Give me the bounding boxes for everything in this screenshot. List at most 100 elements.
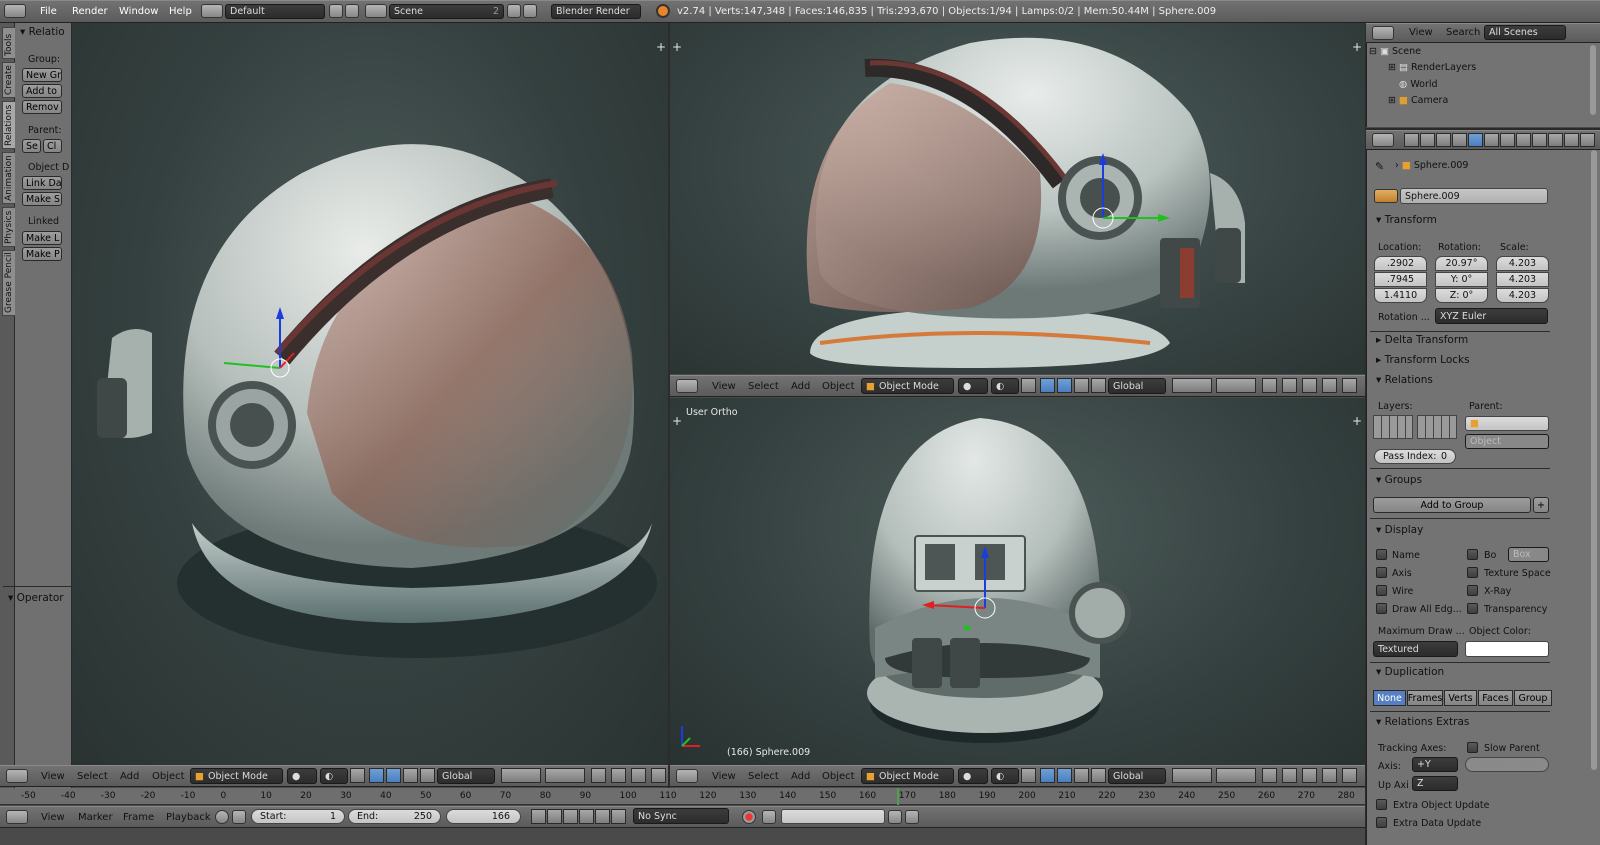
clear-parent-button[interactable]: Cl: [43, 139, 62, 153]
lock-range-icon[interactable]: [232, 810, 246, 824]
vp-top-snap-element-icon[interactable]: [1302, 378, 1317, 393]
tab-world-icon[interactable]: [1452, 133, 1467, 147]
extra-object-update-checkbox[interactable]: [1376, 799, 1387, 810]
record-icon[interactable]: [742, 810, 756, 824]
viewport-bottom-right[interactable]: User Ortho (166) Sphere.009: [670, 398, 1365, 765]
rotation-field-2[interactable]: Z: 0°: [1435, 288, 1488, 303]
tab-render-layers-icon[interactable]: [1420, 133, 1435, 147]
location-field-0[interactable]: .2902: [1374, 256, 1427, 271]
vp-left-scale-icon[interactable]: [403, 768, 418, 783]
vp-bot-menu-view[interactable]: View: [712, 771, 736, 782]
extra-data-update-checkbox[interactable]: [1376, 817, 1387, 828]
render-engine-dropdown[interactable]: Blender Render: [551, 4, 641, 19]
vp-left-shading-dropdown[interactable]: ●: [287, 768, 317, 784]
display-left-checkbox-0[interactable]: [1376, 549, 1387, 560]
new-group-button[interactable]: New Gr: [22, 68, 62, 82]
keying-set-icon[interactable]: [762, 810, 776, 824]
add-group-plus-button[interactable]: +: [1533, 497, 1549, 513]
vp-top-menu-add[interactable]: Add: [791, 381, 810, 392]
properties-scrollbar[interactable]: [1591, 150, 1597, 770]
keying-set-field[interactable]: [781, 809, 885, 824]
vp-left-manipulator-icon[interactable]: [350, 768, 365, 783]
duplication-tab-faces[interactable]: Faces: [1478, 690, 1513, 706]
max-draw-dropdown[interactable]: Textured: [1373, 641, 1458, 657]
add-to-group-button[interactable]: Add to Group: [1373, 497, 1531, 513]
vp-bot-menu-add[interactable]: Add: [791, 771, 810, 782]
end-frame-field[interactable]: End: 250: [348, 809, 441, 824]
viewport-top-right-corner[interactable]: +: [1352, 40, 1362, 54]
vp-left-render-icon[interactable]: [651, 768, 666, 783]
vp-bot-menu-select[interactable]: Select: [748, 771, 779, 782]
vp-left-proportional-icon[interactable]: [611, 768, 626, 783]
vp-bot-render-icon[interactable]: [1322, 768, 1337, 783]
tab-constraints-icon[interactable]: [1484, 133, 1499, 147]
vp-bot-layers-a-icon[interactable]: [1172, 768, 1212, 783]
menu-render[interactable]: Render: [72, 6, 108, 17]
vp-bot-pivot-dropdown[interactable]: ◐: [991, 768, 1019, 784]
play-reverse-icon[interactable]: [563, 809, 578, 824]
outliner-menu-view[interactable]: View: [1409, 27, 1433, 38]
relations-extras-panel-title[interactable]: ▾ Relations Extras: [1376, 716, 1469, 728]
display-right-checkbox-2[interactable]: [1467, 585, 1478, 596]
vp-top-rotate-icon[interactable]: [1057, 378, 1072, 393]
vp-bot-snap-element-icon[interactable]: [1302, 768, 1317, 783]
vp-bot-menu-object[interactable]: Object: [822, 771, 855, 782]
timeline-editor-icon[interactable]: [6, 810, 28, 824]
vp-bot-camera-icon[interactable]: [1342, 768, 1357, 783]
parent-type-dropdown[interactable]: Object: [1465, 434, 1549, 449]
relations-panel-title[interactable]: ▾ Relations: [1376, 374, 1433, 386]
display-panel-title[interactable]: ▾ Display: [1376, 524, 1423, 536]
delta-transform-panel-title[interactable]: ▸ Delta Transform: [1376, 334, 1468, 346]
duplication-tab-group[interactable]: Group: [1514, 690, 1552, 706]
vp-top-camera-icon[interactable]: [1342, 378, 1357, 393]
add-scene-icon[interactable]: [507, 4, 521, 18]
vp-top-proportional-icon[interactable]: [1282, 378, 1297, 393]
vp-top-scale-icon[interactable]: [1074, 378, 1089, 393]
jump-end-icon[interactable]: [611, 809, 626, 824]
outliner-item-world[interactable]: ◍ World: [1399, 79, 1559, 93]
delete-layout-icon[interactable]: [345, 4, 359, 18]
track-axis-dropdown[interactable]: +Y: [1412, 757, 1458, 772]
timeline-menu-view[interactable]: View: [41, 812, 65, 823]
vp-bot-rotate-icon[interactable]: [1057, 768, 1072, 783]
viewport-top-right[interactable]: [670, 23, 1365, 374]
outliner-menu-search[interactable]: Search: [1446, 27, 1480, 38]
viewport-bottom-left-corner[interactable]: +: [672, 414, 682, 428]
vp-bot-manipulator-icon[interactable]: [1021, 768, 1036, 783]
vp-left-menu-object[interactable]: Object: [152, 771, 185, 782]
slow-parent-checkbox[interactable]: [1467, 742, 1478, 753]
location-field-1[interactable]: .7945: [1374, 272, 1427, 287]
viewport-left[interactable]: [72, 23, 668, 765]
scale-field-2[interactable]: 4.203: [1496, 288, 1549, 303]
rotation-field-0[interactable]: 20.97°: [1435, 256, 1488, 271]
tab-relations[interactable]: Relations: [2, 101, 16, 149]
vp-top-lock-icon[interactable]: [1262, 378, 1277, 393]
layers-grid-b[interactable]: [1417, 415, 1457, 439]
layout-icon[interactable]: [201, 4, 223, 18]
jump-prev-keyframe-icon[interactable]: [547, 809, 562, 824]
operator-panel-title[interactable]: ▾ Operator: [8, 592, 64, 604]
vp-top-layers-b-icon[interactable]: [1216, 378, 1256, 393]
vp-left-menu-add[interactable]: Add: [120, 771, 139, 782]
slow-parent-offset-field[interactable]: Offset: 0.000: [1465, 757, 1549, 772]
vp-top-shading-dropdown[interactable]: ●: [958, 378, 988, 394]
vp-left-orientation-dropdown[interactable]: Global: [437, 768, 495, 784]
vp-bot-snap-icon[interactable]: [1091, 768, 1106, 783]
vp-left-menu-select[interactable]: Select: [77, 771, 108, 782]
location-field-2[interactable]: 1.4110: [1374, 288, 1427, 303]
vp-left-menu-view[interactable]: View: [41, 771, 65, 782]
rotation-field-1[interactable]: Y: 0°: [1435, 272, 1488, 287]
pin-icon[interactable]: ✎: [1375, 160, 1384, 173]
vp-bot-orientation-dropdown[interactable]: Global: [1108, 768, 1166, 784]
vp-top-mode-dropdown[interactable]: ■ Object Mode: [861, 378, 954, 394]
tab-scene-icon[interactable]: [1436, 133, 1451, 147]
menu-window[interactable]: Window: [119, 6, 158, 17]
tab-texture-icon[interactable]: [1548, 133, 1563, 147]
bounds-type-dropdown[interactable]: Box: [1508, 547, 1549, 562]
start-frame-field[interactable]: Start: 1: [251, 809, 345, 824]
vp-left-editor-icon[interactable]: [6, 769, 28, 783]
add-to-group-button[interactable]: Add to: [22, 84, 62, 98]
vp-bot-shading-dropdown[interactable]: ●: [958, 768, 988, 784]
up-axis-dropdown[interactable]: Z: [1412, 776, 1458, 791]
timeline-menu-playback[interactable]: Playback: [166, 812, 211, 823]
